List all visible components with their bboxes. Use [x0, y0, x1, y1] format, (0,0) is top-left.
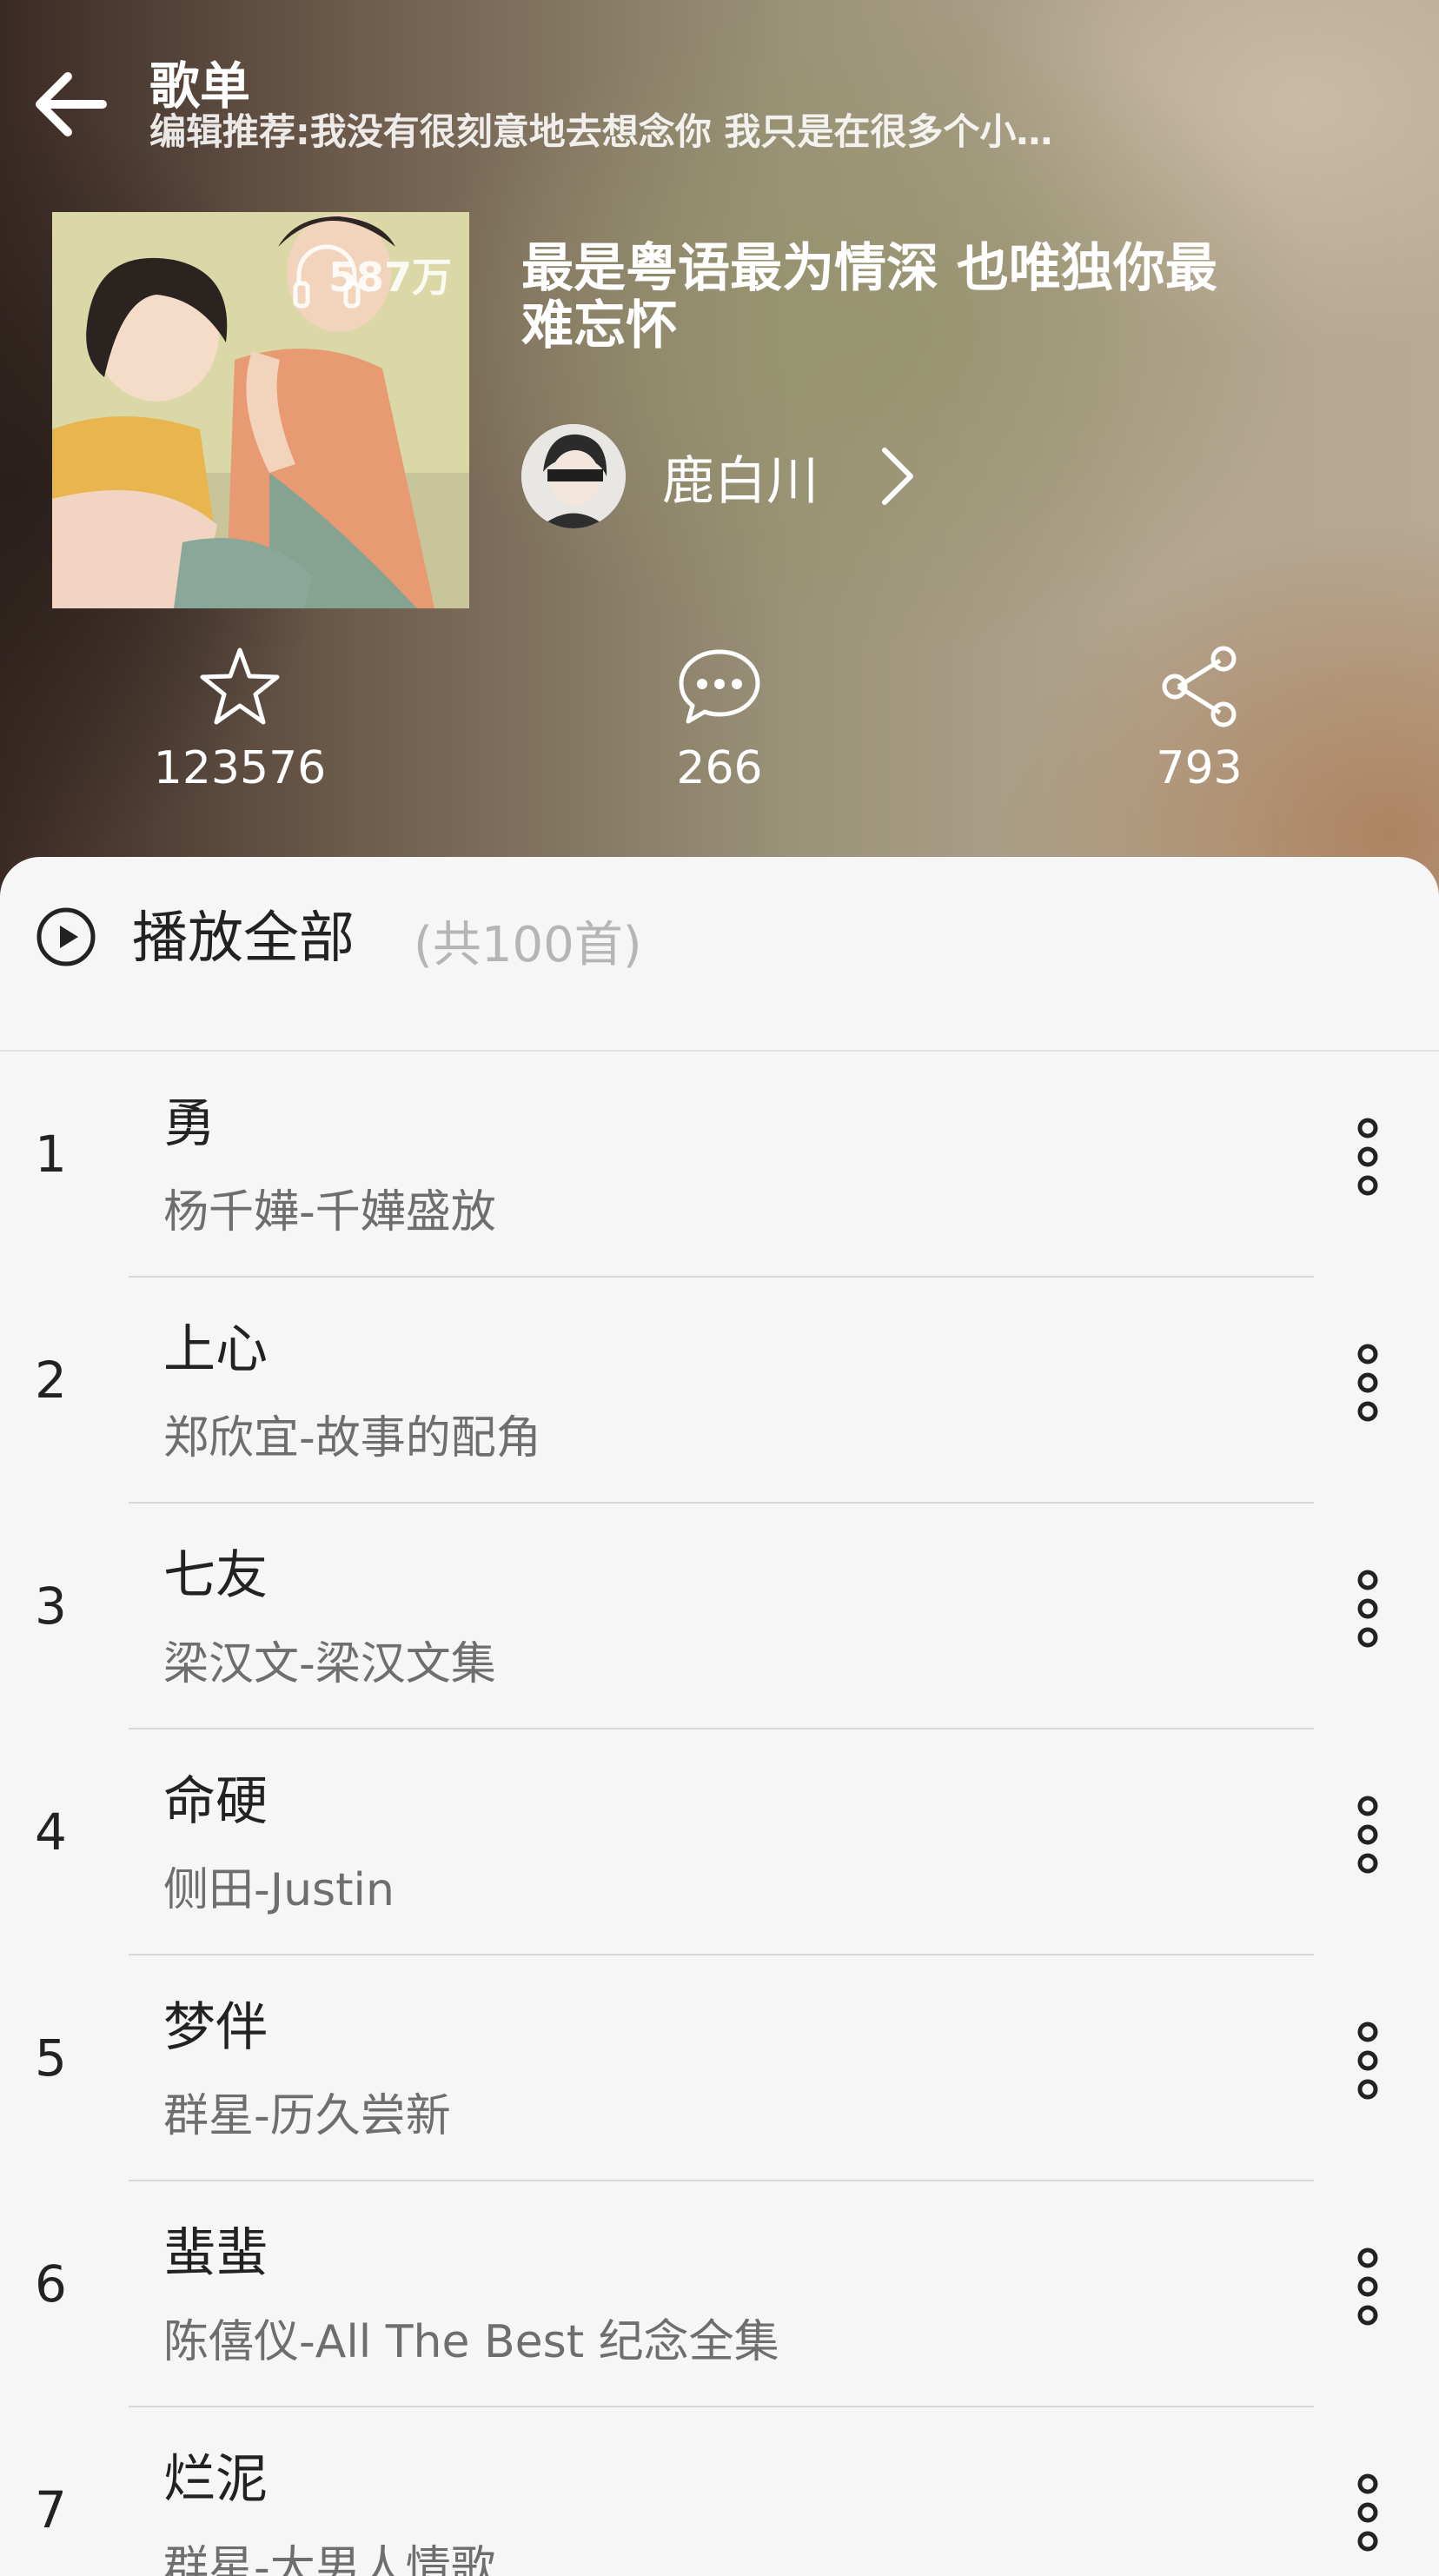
- avatar: [521, 424, 626, 528]
- playlist-cover[interactable]: 587万: [52, 212, 469, 608]
- song-title: 勇: [163, 1093, 216, 1154]
- more-options-icon[interactable]: [1343, 2013, 1392, 2108]
- song-row[interactable]: 4 命硬侧田-Justin: [0, 1730, 1439, 1955]
- avatar-image: [521, 424, 626, 528]
- song-artist-album: 群星-大男人情歌: [163, 2542, 496, 2576]
- song-artist-album: 侧田-Justin: [163, 1864, 395, 1916]
- song-row[interactable]: 3 七友梁汉文-梁汉文集: [0, 1504, 1439, 1730]
- play-circle-icon: [36, 907, 96, 966]
- song-index: 7: [35, 2480, 67, 2539]
- song-row[interactable]: 6 蜚蜚陈僖仪-All The Best 纪念全集: [0, 2181, 1439, 2407]
- song-index: 1: [35, 1125, 67, 1184]
- song-title: 命硬: [163, 1771, 268, 1832]
- song-count: (共100首): [414, 917, 642, 973]
- arrow-left-icon: [36, 72, 107, 136]
- play-all-button[interactable]: 播放全部 (共100首): [0, 857, 1439, 1052]
- song-title: 七友: [163, 1545, 268, 1606]
- song-list-card: 播放全部 (共100首) 1 勇杨千嬅-千嬅盛放 2 上心郑欣宜-故事的配角 3 七友梁汉…: [0, 857, 1439, 2576]
- playlist-header: 歌单 编辑推荐:我没有很刻意地去想念你 我只是在很多个小… 587万 最是粤语最…: [0, 0, 1439, 895]
- song-artist-album: 杨千嬅-千嬅盛放: [163, 1186, 496, 1238]
- playlist-page: 歌单 编辑推荐:我没有很刻意地去想念你 我只是在很多个小… 587万 最是粤语最…: [0, 0, 1439, 2576]
- song-row[interactable]: 7 烂泥群星-大男人情歌: [0, 2407, 1439, 2576]
- song-title: 梦伴: [163, 1997, 268, 2058]
- editor-recommendation[interactable]: 编辑推荐:我没有很刻意地去想念你 我只是在很多个小…: [149, 103, 1192, 156]
- favorite-button[interactable]: 123576: [109, 643, 370, 794]
- comment-count: 266: [676, 742, 763, 794]
- chevron-right-icon: [882, 448, 913, 505]
- playlist-name: 最是粤语最为情深 也唯独你最难忘怀: [521, 238, 1217, 356]
- song-title: 蜚蜚: [163, 2223, 268, 2284]
- share-icon: [1162, 646, 1237, 727]
- song-artist-album: 陈僖仪-All The Best 纪念全集: [163, 2316, 779, 2368]
- star-icon: [200, 647, 280, 725]
- more-options-icon[interactable]: [1343, 2239, 1392, 2334]
- song-index: 4: [35, 1803, 67, 1862]
- comment-button[interactable]: 266: [589, 643, 850, 794]
- more-options-icon[interactable]: [1343, 1787, 1392, 1882]
- song-artist-album: 梁汉文-梁汉文集: [163, 1638, 496, 1690]
- song-index: 3: [35, 1577, 67, 1636]
- creator-name: 鹿白川: [662, 450, 819, 512]
- more-options-icon[interactable]: [1343, 1561, 1392, 1656]
- song-index: 2: [35, 1351, 67, 1410]
- song-artist-album: 群星-历久尝新: [163, 2090, 451, 2142]
- song-artist-album: 郑欣宜-故事的配角: [163, 1412, 541, 1464]
- play-count: 587万: [285, 233, 452, 316]
- song-index: 6: [35, 2254, 67, 2314]
- song-row[interactable]: 2 上心郑欣宜-故事的配角: [0, 1278, 1439, 1504]
- more-options-icon[interactable]: [1343, 2465, 1392, 2560]
- song-row[interactable]: 1 勇杨千嬅-千嬅盛放: [0, 1052, 1439, 1278]
- share-count: 793: [1156, 742, 1243, 794]
- song-title: 上心: [163, 1319, 268, 1380]
- stats-bar: 123576 266 793: [0, 643, 1439, 808]
- more-options-icon[interactable]: [1343, 1109, 1392, 1205]
- favorite-count: 123576: [153, 742, 327, 794]
- share-button[interactable]: 793: [1069, 643, 1330, 794]
- comment-icon: [679, 649, 760, 724]
- song-title: 烂泥: [163, 2449, 268, 2510]
- creator-link[interactable]: 鹿白川: [521, 424, 923, 528]
- back-button[interactable]: [30, 63, 113, 146]
- song-index: 5: [35, 2028, 67, 2088]
- play-all-label: 播放全部: [132, 906, 355, 971]
- play-count-text: 587万: [328, 254, 453, 301]
- more-options-icon[interactable]: [1343, 1335, 1392, 1431]
- song-row[interactable]: 5 梦伴群星-历久尝新: [0, 1955, 1439, 2181]
